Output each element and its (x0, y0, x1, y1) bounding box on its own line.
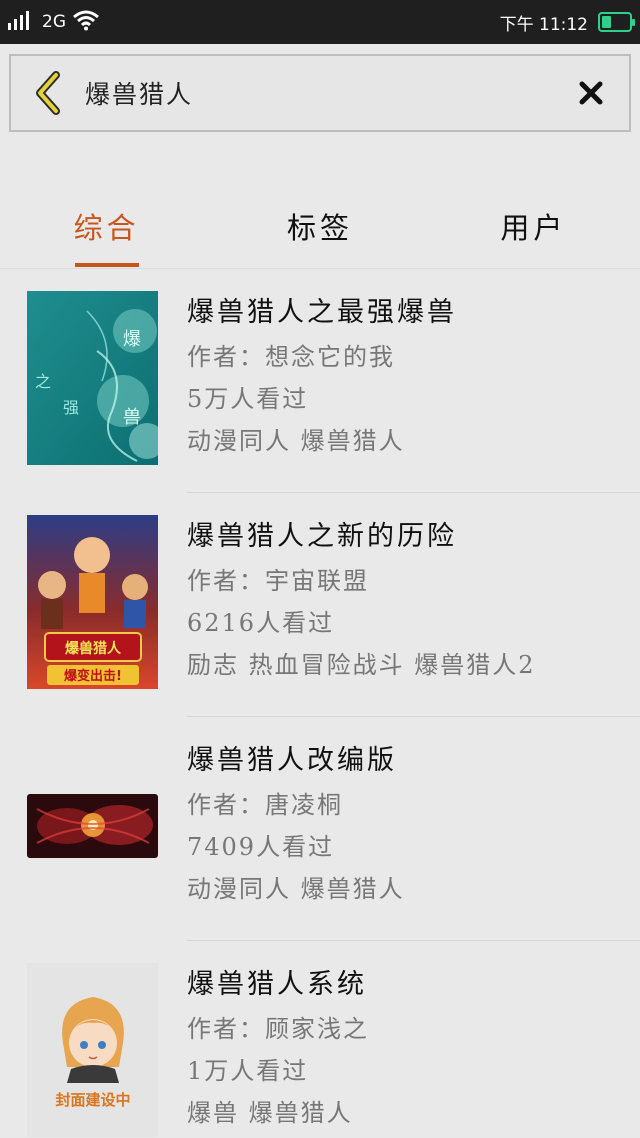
book-cover: 爆 兽 之 强 (27, 291, 158, 465)
tab-overview[interactable]: 综合 (0, 205, 213, 267)
tab-label: 标签 (286, 211, 353, 245)
tab-label: 用户 (500, 211, 567, 245)
book-cover: 封面建设中 (27, 963, 158, 1137)
item-views: 7409人看过 (187, 833, 335, 861)
cover-text: 爆变出击! (64, 668, 122, 684)
cover-text: 爆兽猎人 (65, 640, 122, 657)
item-author: 作者：顾家浅之 (187, 1015, 369, 1043)
clear-button[interactable] (575, 77, 607, 109)
item-title: 爆兽猎人改编版 (187, 745, 397, 776)
list-item[interactable]: 爆兽猎人 爆变出击! 爆兽猎人之新的历险 作者：宇宙联盟 6216人看过 励志 … (0, 493, 640, 717)
cover-text: 兽 (123, 407, 141, 428)
search-bar: 爆兽猎人 (9, 54, 631, 132)
item-title: 爆兽猎人系统 (187, 969, 367, 1000)
result-list: 爆 兽 之 强 爆兽猎人之最强爆兽 作者：想念它的我 5万人看过 动漫同人 爆兽… (0, 269, 640, 1138)
item-info: 爆兽猎人之新的历险 作者：宇宙联盟 6216人看过 励志 热血冒险战斗 爆兽猎人… (187, 517, 640, 687)
network-type: 2G (42, 12, 66, 32)
battery-icon (598, 12, 635, 32)
cover-text: 之 (35, 372, 51, 391)
item-title: 爆兽猎人之最强爆兽 (187, 297, 457, 328)
chevron-left-icon (36, 71, 60, 115)
item-author: 作者：宇宙联盟 (187, 567, 369, 595)
signal-icon (8, 10, 36, 34)
item-tags: 爆兽 爆兽猎人 (187, 1099, 353, 1127)
status-bar: 2G 下午 11:12 (0, 0, 640, 44)
book-cover: 爆兽猎人 爆变出击! (27, 515, 158, 689)
close-icon (579, 81, 603, 105)
tab-bar: 综合 标签 用户 (0, 177, 640, 269)
list-item[interactable]: 封面建设中 爆兽猎人系统 作者：顾家浅之 1万人看过 爆兽 爆兽猎人 (0, 941, 640, 1138)
search-header: 爆兽猎人 (0, 44, 640, 177)
item-tags: 动漫同人 爆兽猎人 (187, 427, 405, 455)
clock: 下午 11:12 (499, 14, 588, 35)
cover-text: 封面建设中 (55, 1091, 130, 1109)
list-item[interactable]: 爆兽猎人改编版 作者：唐凌桐 7409人看过 动漫同人 爆兽猎人 (0, 717, 640, 941)
tab-label: 综合 (73, 211, 140, 245)
item-tags: 励志 热血冒险战斗 爆兽猎人2 (187, 651, 536, 679)
tab-users[interactable]: 用户 (427, 205, 640, 267)
book-cover (27, 739, 158, 913)
item-views: 1万人看过 (187, 1057, 309, 1085)
search-input[interactable]: 爆兽猎人 (85, 75, 575, 111)
item-views: 6216人看过 (187, 609, 335, 637)
back-button[interactable] (27, 70, 67, 116)
wifi-icon (72, 9, 100, 35)
tab-tags[interactable]: 标签 (213, 205, 426, 267)
item-title: 爆兽猎人之新的历险 (187, 521, 457, 552)
cover-text: 强 (63, 398, 79, 417)
item-info: 爆兽猎人改编版 作者：唐凌桐 7409人看过 动漫同人 爆兽猎人 (187, 741, 640, 911)
item-info: 爆兽猎人系统 作者：顾家浅之 1万人看过 爆兽 爆兽猎人 (187, 965, 640, 1135)
item-author: 作者：唐凌桐 (187, 791, 343, 819)
item-tags: 动漫同人 爆兽猎人 (187, 875, 405, 903)
item-info: 爆兽猎人之最强爆兽 作者：想念它的我 5万人看过 动漫同人 爆兽猎人 (187, 293, 640, 463)
item-views: 5万人看过 (187, 385, 309, 413)
item-author: 作者：想念它的我 (187, 343, 395, 371)
tab-indicator (74, 263, 139, 267)
cover-text: 爆 (123, 329, 141, 350)
list-item[interactable]: 爆 兽 之 强 爆兽猎人之最强爆兽 作者：想念它的我 5万人看过 动漫同人 爆兽… (0, 269, 640, 493)
